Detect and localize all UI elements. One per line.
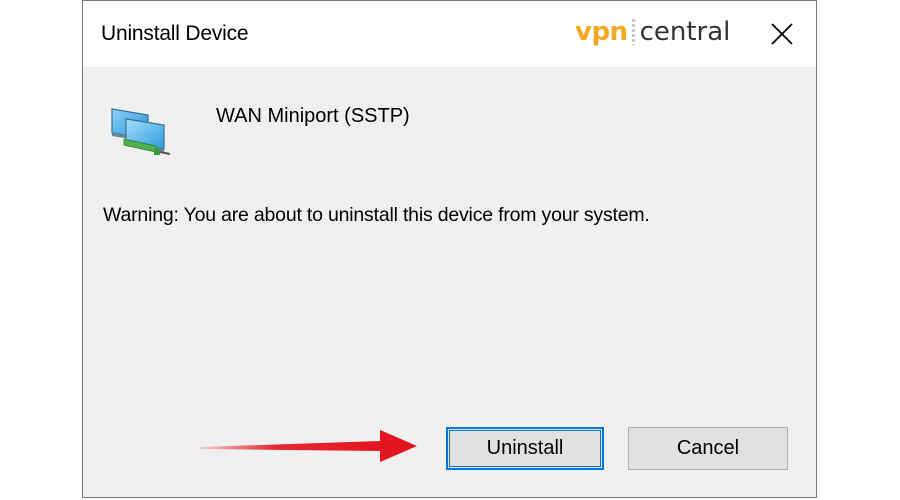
dialog-title: Uninstall Device	[101, 22, 249, 45]
network-adapter-icon	[108, 99, 176, 161]
cancel-button[interactable]: Cancel	[628, 427, 788, 470]
title-bar: Uninstall Device vpn central	[83, 1, 816, 67]
close-icon	[771, 23, 793, 45]
logo-central-text: central	[639, 17, 731, 47]
uninstall-button[interactable]: Uninstall	[446, 427, 604, 470]
logo-vpn-text: vpn	[575, 17, 628, 47]
warning-message: Warning: You are about to uninstall this…	[103, 204, 650, 226]
logo-separator	[631, 19, 635, 45]
uninstall-device-dialog: Uninstall Device vpn central WAN Minipor…	[82, 0, 817, 498]
device-name: WAN Miniport (SSTP)	[216, 105, 410, 127]
close-button[interactable]	[765, 17, 799, 51]
vpncentral-logo: vpn central	[575, 15, 730, 49]
